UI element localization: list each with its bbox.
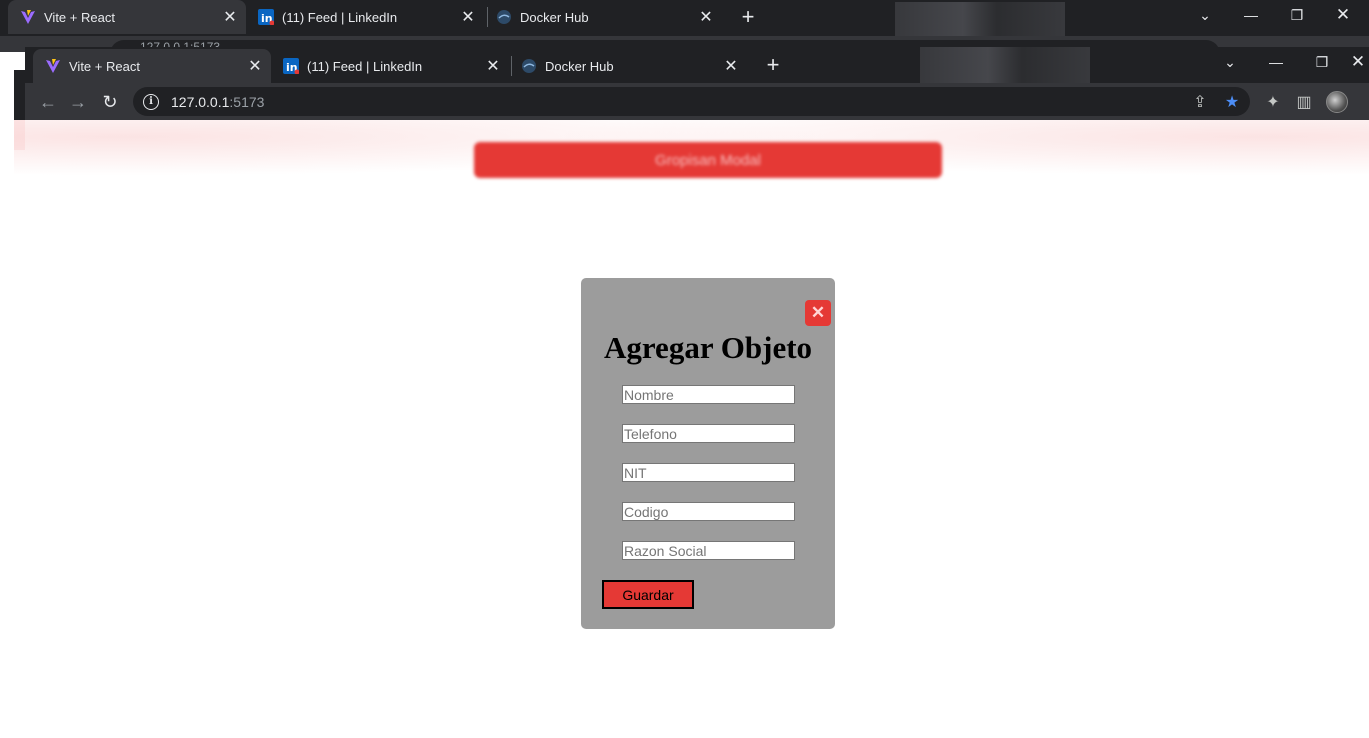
url-host: 127.0.0.1	[171, 93, 230, 110]
outer-tab-title: Docker Hub	[520, 9, 589, 25]
modal-title: Agregar Objeto	[603, 330, 813, 365]
tab-title: (11) Feed | LinkedIn	[307, 58, 423, 74]
window-edge	[14, 70, 25, 120]
nit-input[interactable]	[622, 463, 795, 482]
telefono-input[interactable]	[622, 424, 795, 443]
linkedin-icon: in	[258, 9, 274, 25]
nombre-input[interactable]	[622, 385, 795, 404]
tab-linkedin[interactable]: in (11) Feed | LinkedIn ✕	[277, 49, 509, 83]
close-icon[interactable]: ✕	[721, 56, 741, 76]
side-panel-icon[interactable]: ▥	[1291, 89, 1317, 115]
close-icon[interactable]: ✕	[245, 56, 265, 76]
new-tab-button[interactable]: +	[759, 51, 787, 79]
close-window-icon[interactable]: ✕	[1343, 47, 1369, 77]
tab-separator	[511, 56, 512, 76]
tab-separator	[487, 7, 488, 27]
codigo-input[interactable]	[622, 502, 795, 521]
minimize-icon[interactable]: —	[1228, 0, 1274, 30]
back-arrow-icon[interactable]: ←	[35, 89, 61, 115]
tab-title: Vite + React	[69, 58, 140, 74]
close-icon[interactable]: ✕	[696, 7, 716, 27]
minimize-icon[interactable]: —	[1253, 47, 1299, 77]
add-object-modal: ✕ Agregar Objeto Guardar	[581, 278, 835, 629]
open-modal-button[interactable]: Gropisan Modal	[474, 142, 942, 178]
close-modal-button[interactable]: ✕	[805, 300, 831, 326]
outer-tab-title: Vite + React	[44, 9, 115, 25]
close-icon[interactable]: ✕	[483, 56, 503, 76]
bookmark-star-icon[interactable]: ★	[1220, 87, 1244, 116]
toolbar: ← → ↻ i 127.0.0.1:5173 ⇪ ★ ✦ ▥	[25, 83, 1369, 120]
close-icon[interactable]: ✕	[220, 7, 240, 27]
url-port: :5173	[229, 93, 265, 110]
vite-icon	[20, 9, 36, 25]
tab-docker[interactable]: Docker Hub ✕	[515, 49, 747, 83]
browser-window: Vite + React ✕ in (11) Feed | LinkedIn ✕…	[25, 47, 1369, 120]
restore-icon[interactable]: ❐	[1299, 47, 1345, 77]
restore-icon[interactable]: ❐	[1274, 0, 1320, 30]
tab-title: Docker Hub	[545, 58, 614, 74]
url-text: 127.0.0.1:5173	[171, 94, 264, 110]
background-browser-window: Vite + React ✕ in (11) Feed | LinkedIn ✕…	[0, 0, 1369, 52]
address-bar[interactable]: i 127.0.0.1:5173 ⇪ ★	[133, 87, 1250, 116]
razon-social-input[interactable]	[622, 541, 795, 560]
save-button[interactable]: Guardar	[602, 580, 694, 609]
outer-tab-docker[interactable]: Docker Hub ✕	[490, 0, 722, 34]
docker-icon	[521, 58, 537, 74]
outer-tab-vite[interactable]: Vite + React ✕	[8, 0, 246, 34]
profile-avatar[interactable]	[1326, 91, 1348, 113]
tab-search-icon[interactable]: ⌄	[1207, 47, 1253, 77]
tab-strip: Vite + React ✕ in (11) Feed | LinkedIn ✕…	[25, 47, 1369, 83]
tab-vite[interactable]: Vite + React ✕	[33, 49, 271, 83]
site-info-icon[interactable]: i	[143, 93, 159, 110]
close-window-icon[interactable]: ✕	[1320, 0, 1366, 30]
outer-tab-linkedin[interactable]: in (11) Feed | LinkedIn ✕	[252, 0, 484, 34]
vite-icon	[45, 58, 61, 74]
outer-tab-title: (11) Feed | LinkedIn	[282, 9, 398, 25]
forward-arrow-icon[interactable]: →	[65, 89, 91, 115]
close-icon[interactable]: ✕	[458, 7, 478, 27]
docker-icon	[496, 9, 512, 25]
tab-strip-image	[920, 47, 1090, 83]
new-tab-button[interactable]: +	[734, 3, 762, 31]
extensions-icon[interactable]: ✦	[1260, 89, 1286, 115]
linkedin-icon: in	[283, 58, 299, 74]
tab-search-icon[interactable]: ⌄	[1182, 0, 1228, 30]
share-icon[interactable]: ⇪	[1188, 87, 1212, 116]
reload-icon[interactable]: ↻	[97, 89, 123, 115]
